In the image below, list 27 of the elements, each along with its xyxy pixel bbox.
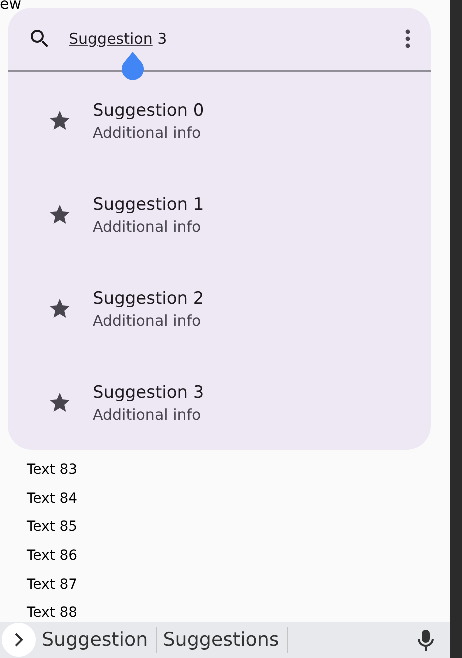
suggestion-title: Suggestion 3 <box>93 382 204 405</box>
suggestion-item[interactable]: Suggestion 0 Additional info <box>8 74 431 168</box>
suggestion-item[interactable]: Suggestion 3 Additional info <box>8 356 431 450</box>
suggestion-item[interactable]: Suggestion 1 Additional info <box>8 168 431 262</box>
list-text: Text 88 <box>27 604 79 624</box>
suggestion-title: Suggestion 1 <box>93 194 204 217</box>
more-icon[interactable] <box>405 29 411 49</box>
text-cursor-handle[interactable] <box>120 51 146 81</box>
suggestion-subtitle: Additional info <box>93 123 202 143</box>
suggestion-subtitle: Additional info <box>93 311 202 331</box>
suggestion-title: Suggestion 2 <box>93 288 204 311</box>
search-field[interactable]: Suggestion 3 <box>69 28 405 50</box>
list-text: Text 84 <box>27 490 79 509</box>
expand-button[interactable] <box>2 623 36 657</box>
keyboard-suggestion[interactable]: Suggestion <box>40 627 158 653</box>
keyboard-suggestion[interactable]: Suggestions <box>161 627 288 653</box>
chevron-right-icon <box>13 633 25 647</box>
suggestion-title: Suggestion 0 <box>93 100 204 123</box>
background-text: ew <box>0 0 22 14</box>
microphone-icon[interactable] <box>418 628 434 652</box>
suggestion-subtitle: Additional info <box>93 217 202 237</box>
suggestion-subtitle: Additional info <box>93 405 202 425</box>
list-text: Text 85 <box>27 518 79 538</box>
list-text: Text 87 <box>27 576 79 595</box>
list-text: Text 83 <box>27 461 79 480</box>
list-text: Text 86 <box>27 547 79 566</box>
suggestion-item[interactable]: Suggestion 2 Additional info <box>8 262 431 356</box>
